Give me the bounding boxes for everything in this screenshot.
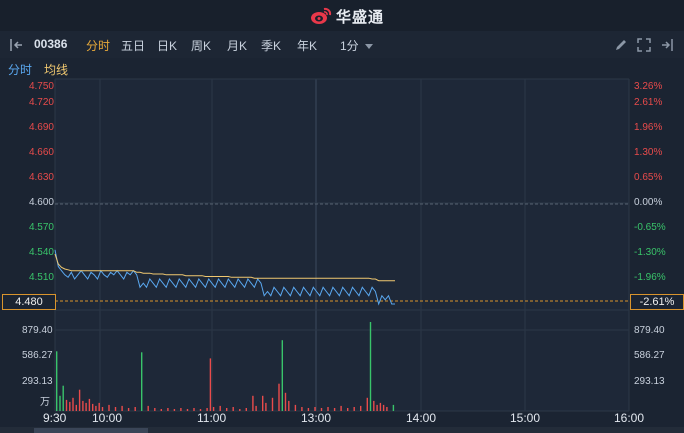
volume-bar: [209, 358, 212, 411]
time-tick: 16:00: [614, 411, 645, 425]
price-tick: 4.720: [28, 97, 54, 108]
volume-bar: [239, 409, 241, 411]
pct-tick: 0.00%: [634, 197, 663, 208]
volume-bar: [141, 352, 143, 411]
volume-bar: [193, 408, 195, 411]
volume-bar: [59, 395, 61, 411]
volume-bar: [69, 401, 71, 411]
volume-bar: [65, 399, 68, 411]
price-tick: 4.750: [28, 81, 54, 92]
volume-tick: 586.27: [634, 350, 665, 361]
volume-bar: [265, 402, 267, 411]
volume-bar: [366, 397, 368, 411]
volume-bar: [271, 397, 274, 411]
volume-bar: [379, 402, 382, 411]
pct-tick: -0.65%: [634, 222, 666, 233]
price-tick: 4.630: [28, 172, 54, 183]
pct-tick: 1.96%: [634, 122, 663, 133]
price-tick: 4.570: [28, 222, 54, 233]
volume-bar: [392, 404, 395, 411]
volume-bar: [85, 402, 87, 411]
volume-bar: [92, 403, 94, 411]
volume-bar: [82, 400, 84, 411]
price-tick: 4.690: [28, 122, 54, 133]
time-tick: 13:00: [301, 411, 332, 425]
volume-bar: [232, 407, 234, 411]
volume-bar: [386, 407, 388, 411]
volume-bar: [75, 404, 77, 411]
volume-bar: [186, 409, 189, 411]
volume-bar: [278, 383, 280, 411]
volume-bar: [78, 389, 81, 411]
volume-bar: [369, 322, 372, 411]
volume-bar: [360, 405, 362, 411]
time-tick: 15:00: [510, 411, 541, 425]
volume-bar: [262, 395, 264, 411]
volume-tick: 879.40: [22, 325, 53, 336]
volume-bar: [88, 398, 91, 411]
intraday-chart[interactable]: [0, 0, 684, 433]
volume-unit: 万: [40, 397, 50, 408]
pct-tick: 3.26%: [634, 81, 663, 92]
volume-bar: [284, 392, 287, 411]
volume-bar: [173, 409, 176, 411]
time-tick: 14:00: [406, 411, 437, 425]
volume-bar: [340, 405, 342, 411]
pct-tick: 2.61%: [634, 97, 663, 108]
price-tick: 4.540: [28, 247, 54, 258]
volume-bar: [294, 404, 297, 411]
volume-bar: [98, 402, 100, 411]
volume-bar: [56, 351, 58, 411]
volume-bar: [127, 408, 130, 411]
volume-bar: [255, 405, 257, 411]
volume-bar: [245, 408, 247, 411]
time-tick: 9:30: [43, 411, 67, 425]
volume-bar: [134, 407, 136, 411]
volume-bar: [154, 408, 156, 411]
price-tick: 4.600: [28, 197, 54, 208]
scrollbar-thumb[interactable]: [34, 428, 148, 433]
volume-bar: [347, 408, 349, 411]
time-tick: 10:00: [92, 411, 123, 425]
pct-tick: -1.30%: [634, 247, 666, 258]
volume-bar: [167, 408, 169, 411]
current-pct-label: -2.61%: [630, 294, 684, 310]
volume-bar: [147, 405, 149, 411]
volume-bar: [353, 407, 355, 411]
volume-tick: 586.27: [22, 350, 53, 361]
volume-tick: 879.40: [634, 325, 665, 336]
volume-tick: 293.13: [634, 376, 665, 387]
pct-tick: 1.30%: [634, 147, 663, 158]
volume-bar: [180, 408, 182, 411]
pct-tick: 0.65%: [634, 172, 663, 183]
volume-bar: [281, 340, 283, 411]
volume-bar: [382, 404, 385, 411]
volume-bar: [160, 409, 162, 411]
volume-bar: [226, 408, 228, 411]
price-tick: 4.660: [28, 147, 54, 158]
pct-tick: -1.96%: [634, 272, 666, 283]
volume-bar: [288, 400, 290, 411]
price-tick: 4.510: [28, 272, 54, 283]
volume-bar: [252, 395, 254, 411]
volume-bar: [72, 397, 74, 411]
time-tick: 11:00: [197, 411, 227, 425]
volume-bar: [62, 385, 64, 411]
current-price-label: 4.480: [2, 294, 56, 310]
volume-tick: 293.13: [22, 376, 53, 387]
volume-bar: [333, 408, 336, 411]
volume-bar: [376, 404, 378, 411]
volume-bar: [373, 400, 375, 411]
